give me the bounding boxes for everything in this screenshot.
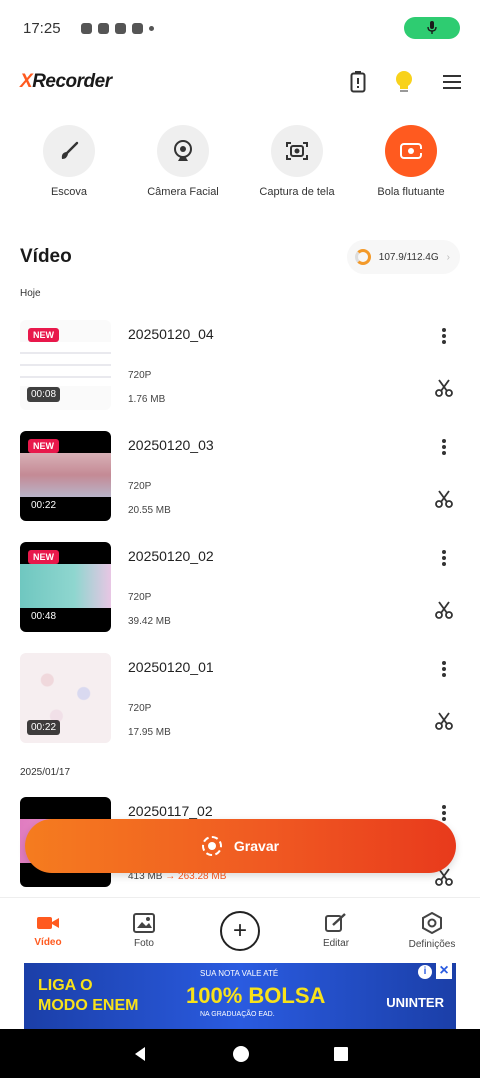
scissors-icon[interactable]	[434, 711, 454, 731]
notification-icon	[131, 22, 143, 34]
ad-banner[interactable]: LIGA O MODO ENEM SUA NOTA VALE ATÉ 100% …	[24, 963, 456, 1029]
tool-label: Captura de tela	[259, 186, 335, 198]
video-camera-icon	[37, 916, 59, 929]
section-title: Vídeo	[20, 246, 72, 267]
notification-icon	[80, 22, 92, 34]
tool-face-camera[interactable]: Câmera Facial	[128, 125, 238, 198]
more-notifications-dot-icon	[148, 25, 154, 31]
notification-icon	[114, 22, 126, 34]
ad-offer: 100% BOLSA	[186, 983, 326, 1008]
tool-label: Escova	[50, 186, 88, 198]
ad-close-icon[interactable]: ×	[436, 963, 452, 979]
storage-text: 107.9/112.4G	[378, 251, 439, 263]
video-section-header: Vídeo 107.9/112.4G ›	[20, 240, 460, 274]
tool-label: Câmera Facial	[147, 186, 219, 198]
video-thumbnail[interactable]: NEW 00:08	[20, 320, 111, 410]
date-group-label: 2025/01/17	[20, 767, 71, 778]
scissors-icon[interactable]	[434, 600, 454, 620]
new-badge: NEW	[28, 439, 59, 453]
nav-video[interactable]: Vídeo	[0, 898, 96, 963]
ad-info-icon[interactable]: i	[418, 965, 432, 979]
video-item[interactable]: NEW 00:22 20250120_03 720P 20.55 MB	[20, 431, 460, 521]
app-logo: XRecorder	[20, 71, 112, 92]
app-header: XRecorder	[0, 60, 480, 104]
ad-text: NA GRADUAÇÃO EAD.	[200, 1011, 275, 1018]
plus-icon: +	[220, 910, 260, 951]
video-size: 17.95 MB	[128, 727, 171, 738]
video-resolution: 720P	[128, 703, 152, 714]
nav-settings[interactable]: Definições	[384, 898, 480, 963]
video-thumbnail[interactable]: NEW 00:48	[20, 542, 111, 632]
nav-photo[interactable]: Foto	[96, 898, 192, 963]
tool-brush[interactable]: Escova	[14, 125, 124, 198]
video-duration: 00:22	[27, 498, 61, 513]
ad-text: SUA NOTA VALE ATÉ	[200, 969, 279, 978]
edit-icon	[325, 912, 346, 932]
video-item[interactable]: NEW 00:08 20250120_04 720P 1.76 MB	[20, 320, 460, 410]
new-badge: NEW	[28, 550, 59, 564]
ad-headline: LIGA O MODO ENEM	[38, 977, 139, 1014]
ad-brand-logo: UNINTER	[386, 995, 444, 1010]
status-time: 17:25	[23, 19, 61, 37]
video-resolution: 720P	[128, 592, 152, 603]
video-thumbnail[interactable]: NEW 00:22	[20, 431, 111, 521]
video-item[interactable]: NEW 00:48 20250120_02 720P 39.42 MB	[20, 542, 460, 632]
battery-icon[interactable]	[350, 71, 366, 93]
mic-indicator[interactable]	[404, 17, 460, 39]
lightbulb-icon[interactable]	[394, 70, 414, 94]
image-icon	[133, 912, 155, 933]
system-nav-bar	[0, 1029, 480, 1078]
more-options-icon[interactable]	[438, 659, 450, 679]
record-button[interactable]: Gravar	[25, 819, 456, 873]
screenshot-icon	[286, 142, 308, 160]
menu-icon[interactable]	[442, 73, 462, 91]
back-icon[interactable]	[131, 1045, 149, 1063]
more-options-icon[interactable]	[438, 803, 450, 823]
more-options-icon[interactable]	[438, 548, 450, 568]
video-item[interactable]: 00:22 20250120_01 720P 17.95 MB	[20, 653, 460, 743]
tool-screenshot[interactable]: Captura de tela	[242, 125, 352, 198]
new-badge: NEW	[28, 328, 59, 342]
video-title: 20250117_02	[128, 803, 213, 819]
storage-ring-icon	[354, 249, 371, 265]
video-title: 20250120_04	[128, 326, 214, 342]
video-size: 20.55 MB	[128, 505, 171, 516]
tool-floating-ball[interactable]: Bola flutuante	[356, 125, 466, 198]
settings-icon	[422, 911, 442, 934]
nav-edit[interactable]: Editar	[288, 898, 384, 963]
nav-add[interactable]: +	[192, 898, 288, 963]
video-resolution: 720P	[128, 481, 152, 492]
status-bar: 17:25	[0, 0, 480, 56]
bottom-nav: Vídeo Foto + Editar Definições	[0, 897, 480, 963]
more-options-icon[interactable]	[438, 437, 450, 457]
video-duration: 00:22	[27, 720, 61, 735]
video-resolution: 720P	[128, 370, 152, 381]
floating-ball-icon	[400, 143, 423, 159]
video-thumbnail[interactable]: 00:22	[20, 653, 111, 743]
record-icon	[201, 836, 222, 856]
tool-label: Bola flutuante	[377, 186, 445, 198]
brush-icon	[61, 141, 79, 159]
webcam-icon	[174, 140, 192, 161]
notification-icon	[97, 22, 109, 34]
video-title: 20250120_03	[128, 437, 214, 453]
storage-indicator[interactable]: 107.9/112.4G ›	[346, 240, 460, 274]
record-label: Gravar	[233, 838, 280, 854]
mic-icon	[427, 21, 437, 34]
video-title: 20250120_02	[128, 548, 214, 564]
video-size: 39.42 MB	[128, 616, 171, 627]
video-title: 20250120_01	[128, 659, 214, 675]
video-duration: 00:48	[27, 609, 61, 624]
home-icon[interactable]	[232, 1045, 250, 1063]
scissors-icon[interactable]	[434, 378, 454, 398]
scissors-icon[interactable]	[434, 489, 454, 509]
video-duration: 00:08	[27, 387, 61, 402]
tools-row: Escova Câmera Facial Captura de tela Bol…	[0, 125, 480, 198]
status-icons	[80, 22, 154, 34]
date-group-label: Hoje	[20, 288, 41, 299]
video-size: 1.76 MB	[128, 394, 166, 405]
chevron-right-icon: ›	[446, 251, 450, 263]
recents-icon[interactable]	[333, 1046, 349, 1062]
more-options-icon[interactable]	[438, 326, 450, 346]
